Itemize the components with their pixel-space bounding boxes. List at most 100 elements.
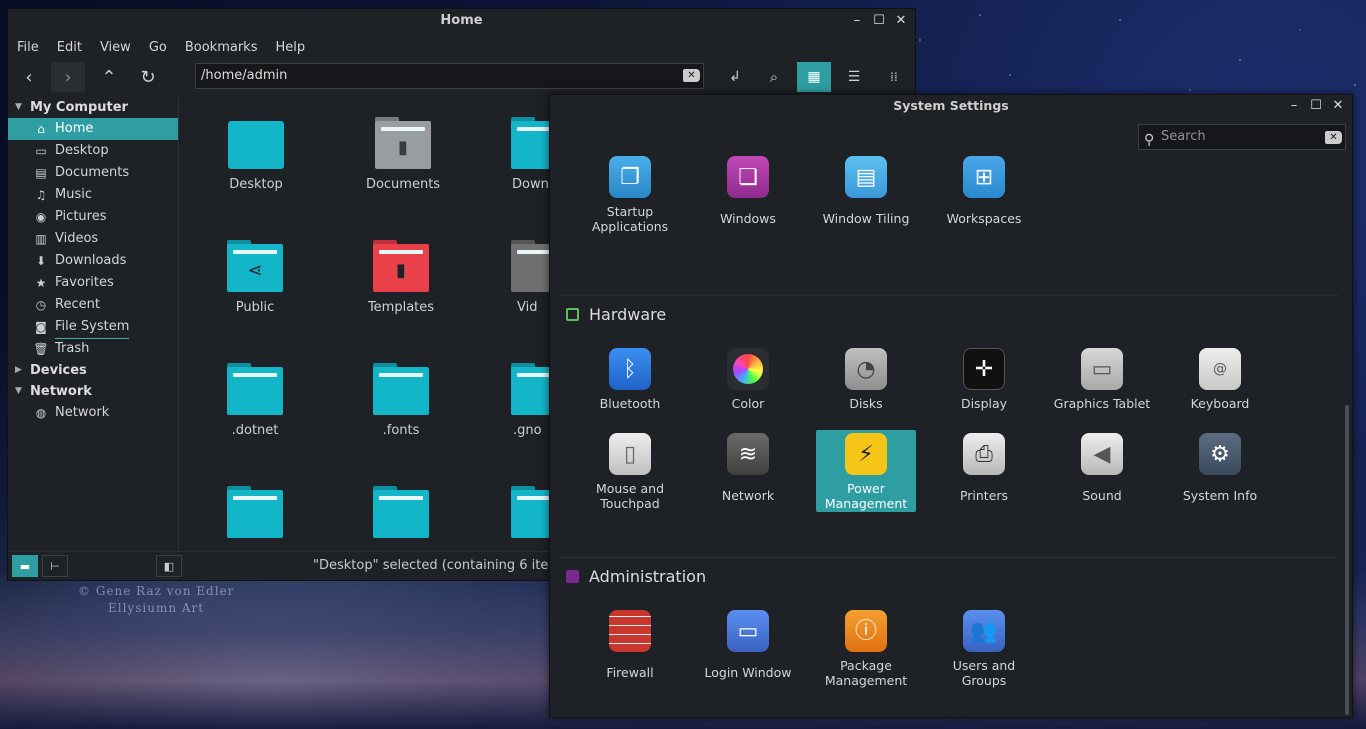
file-item-partial[interactable]	[499, 486, 549, 538]
applet-network[interactable]: ≋ Network	[698, 433, 798, 503]
menu-file[interactable]: File	[16, 40, 48, 55]
sidebar-item-downloads[interactable]: ⬇ Downloads	[8, 250, 178, 272]
sidebar-item-videos[interactable]: ▥ Videos	[8, 228, 178, 250]
sidebar-item-label: File System	[55, 316, 130, 339]
menu-edit[interactable]: Edit	[56, 40, 91, 55]
up-button[interactable]: ⌃	[92, 62, 126, 92]
applet-users-and-groups[interactable]: 👥 Users and Groups	[934, 610, 1034, 688]
applet-display[interactable]: ✛ Display	[934, 348, 1034, 411]
folder-icon	[227, 363, 283, 415]
file-item-downloads[interactable]: Down	[499, 117, 549, 192]
close-icon[interactable]: ✕	[1332, 95, 1344, 117]
menu-go[interactable]: Go	[148, 40, 176, 55]
compact-view-button[interactable]: ⁞⁞	[877, 62, 911, 92]
sidebar-item-documents[interactable]: ▤ Documents	[8, 162, 178, 184]
mouse-icon: ▯	[609, 433, 651, 475]
sidebar-item-desktop[interactable]: ▭ Desktop	[8, 140, 178, 162]
sidebar-item-home[interactable]: ⌂ Home	[8, 118, 178, 140]
applet-package-management[interactable]: ⓘ Package Management	[816, 610, 916, 688]
show-treeview-button[interactable]: ⊢	[42, 555, 68, 577]
section-label: Administration	[589, 567, 707, 586]
applet-startup-applications[interactable]: ❐ Startup Applications	[580, 156, 680, 234]
close-icon[interactable]: ✕	[895, 9, 907, 33]
icon-view-button[interactable]: ▦	[797, 62, 831, 92]
file-item-videos[interactable]: Vid	[499, 240, 549, 315]
applet-system-info[interactable]: ⚙ System Info	[1170, 433, 1270, 503]
ss-titlebar[interactable]: System Settings – ☐ ✕	[550, 95, 1352, 119]
sidebar-section-my-computer[interactable]: ▼ My Computer	[8, 97, 178, 118]
fm-window-title: Home	[440, 13, 483, 28]
applet-workspaces[interactable]: ⊞ Workspaces	[934, 156, 1034, 226]
file-item-templates[interactable]: ▮ Templates	[341, 240, 461, 315]
sidebar-item-network[interactable]: ◍ Network	[8, 402, 178, 424]
applet-firewall[interactable]: Firewall	[580, 610, 680, 680]
menu-help[interactable]: Help	[274, 40, 314, 55]
sidebar-item-file-system[interactable]: ◙ File System	[8, 316, 178, 339]
sidebar-item-label: Desktop	[55, 143, 109, 158]
videos-folder-icon	[511, 240, 549, 292]
show-places-button[interactable]: ▬	[12, 555, 38, 577]
location-input[interactable]: /home/admin ✕	[195, 63, 704, 89]
file-label: Templates	[367, 300, 435, 315]
applet-printers[interactable]: ⎙ Printers	[934, 433, 1034, 503]
applet-login-window[interactable]: ▭ Login Window	[698, 610, 798, 680]
minimize-icon[interactable]: –	[1288, 95, 1300, 117]
applet-disks[interactable]: ◔ Disks	[816, 348, 916, 411]
clear-search-icon[interactable]: ✕	[1325, 131, 1342, 144]
file-item-dotnet[interactable]: .dotnet	[195, 363, 315, 438]
applet-label: Power Management	[824, 481, 908, 511]
menu-view[interactable]: View	[99, 40, 140, 55]
sidebar-item-label: Trash	[55, 341, 90, 356]
back-button[interactable]: ‹	[12, 62, 46, 92]
wifi-icon: ≋	[727, 433, 769, 475]
search-placeholder: Search	[1161, 129, 1206, 144]
file-item-public[interactable]: ⋖ Public	[195, 240, 315, 315]
toggle-sidebar-button[interactable]: ◧	[156, 555, 182, 577]
file-item-desktop[interactable]: Desktop	[196, 117, 316, 192]
applet-power-management[interactable]: ⚡ Power Management	[816, 430, 916, 512]
sidebar-item-music[interactable]: ♫ Music	[8, 184, 178, 206]
reload-button[interactable]: ↻	[131, 62, 165, 92]
clear-location-icon[interactable]: ✕	[683, 69, 700, 82]
applet-graphics-tablet[interactable]: ▭ Graphics Tablet	[1042, 348, 1162, 411]
applet-window-tiling[interactable]: ▤ Window Tiling	[816, 156, 916, 226]
downloads-folder-icon	[511, 117, 549, 169]
maximize-icon[interactable]: ☐	[1310, 95, 1322, 117]
applet-label: Graphics Tablet	[1053, 396, 1151, 411]
applet-mouse-and-touchpad[interactable]: ▯ Mouse and Touchpad	[580, 433, 680, 511]
menu-bookmarks[interactable]: Bookmarks	[184, 40, 267, 55]
sidebar-item-recent[interactable]: ◷ Recent	[8, 294, 178, 316]
sidebar-section-devices[interactable]: ▶ Devices	[8, 360, 178, 381]
file-item-gnome[interactable]: .gno	[499, 363, 549, 438]
applet-windows[interactable]: ❏ Windows	[698, 156, 798, 226]
sidebar-item-favorites[interactable]: ★ Favorites	[8, 272, 178, 294]
file-label: Documents	[365, 177, 441, 192]
maximize-icon[interactable]: ☐	[873, 9, 885, 33]
applet-keyboard[interactable]: @ Keyboard	[1170, 348, 1270, 411]
sidebar-item-pictures[interactable]: ◉ Pictures	[8, 206, 178, 228]
chevron-right-icon: ›	[64, 66, 72, 88]
bluetooth-icon: ᛒ	[609, 348, 651, 390]
file-item-partial[interactable]	[341, 486, 461, 538]
search-button[interactable]: ⌕	[757, 62, 791, 92]
ss-scrollbar[interactable]	[1345, 405, 1349, 715]
list-view-button[interactable]: ☰	[837, 62, 871, 92]
file-item-fonts[interactable]: .fonts	[341, 363, 461, 438]
sidebar-item-trash[interactable]: 🗑 Trash	[8, 338, 178, 360]
minimize-icon[interactable]: –	[851, 9, 863, 33]
file-item-documents[interactable]: ▮ Documents	[343, 117, 463, 192]
applet-color[interactable]: Color	[698, 348, 798, 411]
file-item-partial[interactable]	[195, 486, 315, 538]
sidebar-item-label: Music	[55, 187, 92, 202]
fm-titlebar[interactable]: Home – ☐ ✕	[8, 9, 915, 35]
search-input[interactable]: ⚲ Search ✕	[1138, 124, 1346, 150]
public-folder-icon: ⋖	[227, 240, 283, 292]
forward-button[interactable]: ›	[51, 62, 85, 92]
startup-applications-icon: ❐	[609, 156, 651, 198]
folder-icon	[511, 363, 549, 415]
applet-bluetooth[interactable]: ᛒ Bluetooth	[580, 348, 680, 411]
applet-sound[interactable]: ◀ Sound	[1052, 433, 1152, 503]
sidebar-section-network[interactable]: ▼ Network	[8, 381, 178, 402]
toggle-location-button[interactable]: ↲	[718, 62, 752, 92]
pictures-icon: ◉	[35, 210, 47, 224]
